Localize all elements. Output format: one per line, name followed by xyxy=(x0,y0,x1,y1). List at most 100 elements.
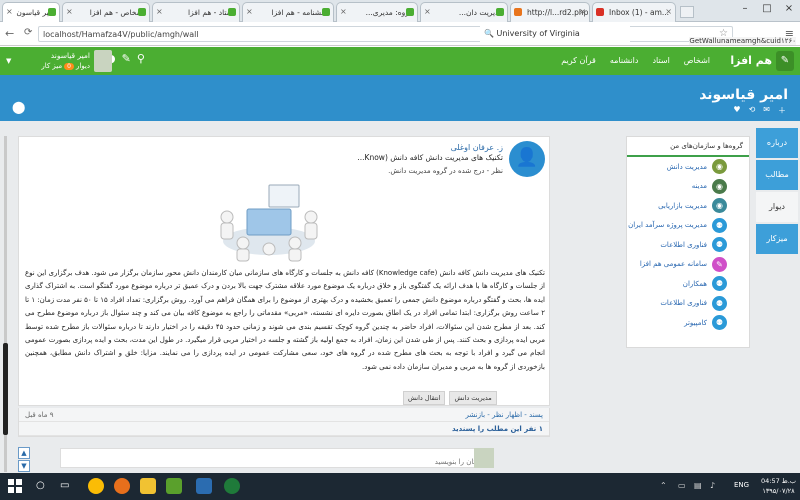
people-icon: ⚉ xyxy=(712,295,727,311)
settings-icon[interactable]: ✉ xyxy=(763,105,770,116)
close-tab-icon[interactable]: × xyxy=(424,7,431,16)
group-icon: ◉ xyxy=(712,159,727,175)
search-icon[interactable]: ○ xyxy=(36,480,45,491)
tag[interactable]: مدیریت دانش xyxy=(449,391,497,405)
group-item[interactable]: ⚉ مدیریت پروژه سرآمد ایران xyxy=(627,216,749,236)
post-title[interactable]: تکنیک های مدیریت دانش کافه دانش (Know... xyxy=(357,153,503,162)
maximize-icon[interactable]: □ xyxy=(756,0,778,20)
group-label[interactable]: مدیریت دانش xyxy=(667,163,707,171)
user-menu[interactable]: امیر قیاسوند دیوار0میز کار ▼ xyxy=(6,50,112,72)
clock[interactable]: 04:57 ب.ظ ۱۳۹۵/۰۷/۲۸ xyxy=(761,476,796,496)
group-item[interactable]: ◉ مدیریت بازاریابی xyxy=(627,196,749,216)
close-window-icon[interactable]: × xyxy=(778,0,800,20)
search-icon[interactable]: ⚲ xyxy=(137,52,145,65)
heart-icon[interactable]: ♥ xyxy=(733,105,740,116)
wrench-icon[interactable]: ✎ xyxy=(122,52,131,65)
group-item[interactable]: ⚉ همکاران xyxy=(627,274,749,294)
wall-post: 👤 ز. عرفان اوغلی تکنیک های مدیریت دانش ک… xyxy=(18,136,550,406)
search-text: University of Virginia xyxy=(496,29,580,38)
group-item[interactable]: ⚉ فناوری اطلاعات xyxy=(627,294,749,314)
task-view-icon[interactable]: ▭ xyxy=(60,480,69,491)
browser-tab[interactable]: × گروه: مدیری... xyxy=(336,2,418,22)
network-icon[interactable]: ▤ xyxy=(694,481,702,490)
tab-wall[interactable]: دیوار xyxy=(756,192,798,222)
scroll-down-button[interactable]: ▼ xyxy=(18,460,30,472)
nav-encyclopedia[interactable]: دانشنامه xyxy=(610,56,639,65)
minimize-icon[interactable]: – xyxy=(734,0,756,20)
language-indicator[interactable]: ENG xyxy=(734,481,749,489)
close-tab-icon[interactable]: × xyxy=(246,7,253,16)
browser-tab[interactable]: × دانشنامه - هم افزا xyxy=(242,2,334,22)
tag[interactable]: انتقال دانش xyxy=(403,391,446,405)
profile-header: امیر قیاسوند ♥ ⟲ ✉ ＋ ⬤ xyxy=(0,75,800,121)
group-label[interactable]: مدیریت پروژه سرآمد ایران xyxy=(628,221,707,229)
tab-desk[interactable]: میزکار xyxy=(756,224,798,254)
nav-people[interactable]: اشخاص xyxy=(684,56,710,65)
taskbar: ○ ▭ ⌃ ▭ ▤ ♪ ENG 04:57 ب.ظ ۱۳۹۵/۰۷/۲۸ xyxy=(0,473,800,500)
app-icon[interactable] xyxy=(224,478,240,494)
group-item[interactable]: ⚉ فناوری اطلاعات xyxy=(627,235,749,255)
user-name: امیر قیاسوند xyxy=(50,51,90,60)
brand-icon: ✎ xyxy=(712,256,727,272)
battery-icon[interactable]: ▭ xyxy=(678,481,686,490)
close-tab-icon[interactable]: × xyxy=(665,7,672,16)
group-item[interactable]: ◉ مدیریت دانش xyxy=(627,157,749,177)
browser-tab[interactable]: × امیر قیاسون xyxy=(2,2,60,22)
tab-posts[interactable]: مطالب xyxy=(756,160,798,190)
close-tab-icon[interactable]: × xyxy=(340,7,347,16)
group-label[interactable]: سامانه عمومی هم افزا xyxy=(640,260,707,268)
tab-label: دانشنامه - هم افزا xyxy=(271,8,329,17)
browser-tab[interactable]: × http://l...rd2.php xyxy=(510,2,590,22)
back-icon[interactable]: ← xyxy=(5,27,14,40)
volume-icon[interactable]: ♪ xyxy=(710,481,715,490)
workspace-label[interactable]: میز کار xyxy=(41,62,62,70)
group-label[interactable]: فناوری اطلاعات xyxy=(660,241,707,249)
plus-icon[interactable]: ＋ xyxy=(778,105,786,116)
tab-about[interactable]: درباره xyxy=(756,128,798,158)
browser-tab[interactable]: × اشخاص - هم افزا xyxy=(62,2,150,22)
app-icon[interactable] xyxy=(196,478,212,494)
likes-count[interactable]: ۱ نفر این مطلب را پسندید xyxy=(452,425,543,433)
reload-icon[interactable]: ⟳ xyxy=(24,27,32,38)
windows-start-icon[interactable] xyxy=(8,479,22,493)
brand-name[interactable]: هم افزا xyxy=(730,54,772,67)
group-label[interactable]: مدینه xyxy=(692,182,707,190)
user-avatar-icon[interactable]: 👤 xyxy=(509,141,545,177)
close-tab-icon[interactable]: × xyxy=(6,7,13,16)
avatar[interactable] xyxy=(94,50,112,72)
browser-tab[interactable]: × مدیریت دان... xyxy=(420,2,508,22)
new-tab-button[interactable] xyxy=(680,6,694,18)
browser-tab[interactable]: × استاد - هم افزا xyxy=(152,2,240,22)
group-label[interactable]: همکاران xyxy=(683,280,707,288)
nav-professor[interactable]: استاد xyxy=(652,56,669,65)
location-pin-icon[interactable]: ⬤ xyxy=(12,100,25,114)
chrome-icon[interactable] xyxy=(88,478,104,494)
scroll-up-button[interactable]: ▲ xyxy=(18,447,30,459)
firefox-icon[interactable] xyxy=(114,478,130,494)
group-label[interactable]: فناوری اطلاعات xyxy=(660,299,707,307)
group-label[interactable]: کامپیوتر xyxy=(684,319,707,327)
share-icon[interactable]: ⟲ xyxy=(749,105,756,116)
folder-icon[interactable] xyxy=(140,478,156,494)
group-item[interactable]: ◉ مدینه xyxy=(627,177,749,197)
nav-quran[interactable]: قرآن کریم xyxy=(561,56,596,65)
search-field[interactable]: 🔍 University of Virginia xyxy=(480,26,630,42)
browser-tab[interactable]: × Inbox (1) - am... xyxy=(592,2,676,22)
post-author[interactable]: ز. عرفان اوغلی xyxy=(451,143,503,152)
comment-box[interactable] xyxy=(60,448,494,471)
scrollbar-thumb[interactable] xyxy=(3,343,8,435)
app-icon[interactable] xyxy=(166,478,182,494)
group-item[interactable]: ✎ سامانه عمومی هم افزا xyxy=(627,255,749,275)
logo-icon[interactable]: ✎ xyxy=(776,51,794,71)
tray-icon[interactable]: ⌃ xyxy=(660,481,667,490)
close-tab-icon[interactable]: × xyxy=(66,7,73,16)
post-actions[interactable]: پسند - اظهار نظر - بازنشر xyxy=(466,411,543,419)
comment-input[interactable] xyxy=(61,453,493,471)
close-tab-icon[interactable]: × xyxy=(579,7,586,16)
page-title: امیر قیاسوند xyxy=(699,87,788,103)
close-tab-icon[interactable]: × xyxy=(156,7,163,16)
group-item[interactable]: ⚉ کامپیوتر xyxy=(627,313,749,333)
desk-label[interactable]: دیوار xyxy=(76,62,90,70)
chevron-down-icon[interactable]: ▼ xyxy=(6,57,11,65)
group-label[interactable]: مدیریت بازاریابی xyxy=(658,202,707,210)
